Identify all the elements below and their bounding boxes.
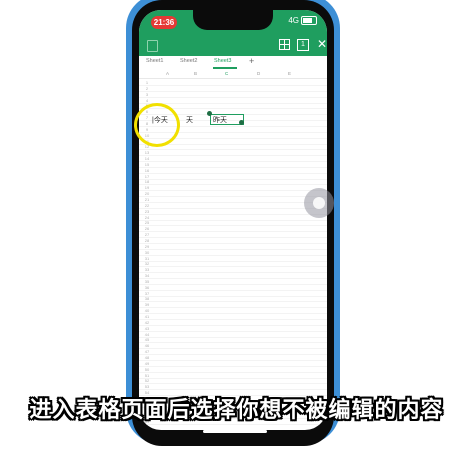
- row-divider: [139, 289, 327, 291]
- row-divider: [139, 354, 327, 356]
- row-divider: [139, 155, 327, 157]
- row-divider: [139, 202, 327, 203]
- row-divider: [139, 190, 327, 192]
- row-divider: [139, 196, 327, 198]
- notch: [193, 10, 273, 30]
- row-divider: [139, 254, 327, 256]
- close-icon[interactable]: ✕: [317, 38, 327, 50]
- row-divider: [139, 178, 327, 180]
- row-divider: [139, 231, 327, 233]
- app-toolbar: 21:36 4G 1 ✕: [139, 10, 327, 56]
- row-divider: [139, 225, 327, 227]
- row-divider: [139, 365, 327, 367]
- row-divider: [139, 242, 327, 244]
- row-divider: [139, 90, 327, 92]
- column-header-a[interactable]: A: [166, 71, 169, 76]
- network-label: 4G: [288, 16, 299, 25]
- row-divider: [139, 102, 327, 104]
- active-tab-indicator: [213, 67, 237, 69]
- column-header-c[interactable]: C: [225, 71, 228, 76]
- sheet-count-icon[interactable]: 1: [297, 39, 309, 51]
- highlight-circle: [134, 103, 180, 147]
- home-indicator[interactable]: [203, 430, 267, 433]
- row-divider: [139, 85, 327, 86]
- selection-handle-end[interactable]: [239, 120, 244, 125]
- row-divider: [139, 359, 327, 361]
- status-time: 21:36: [151, 16, 177, 29]
- selection-handle-start[interactable]: [207, 111, 212, 116]
- row-divider: [139, 342, 327, 344]
- tab-sheet3[interactable]: Sheet3: [214, 58, 231, 64]
- row-divider: [139, 278, 327, 280]
- row-divider: [139, 307, 327, 309]
- row-divider: [139, 377, 327, 379]
- row-divider: [139, 166, 327, 168]
- grid-icon[interactable]: [279, 39, 290, 50]
- row-divider: [139, 424, 327, 426]
- touch-indicator: [304, 188, 334, 218]
- touch-indicator-center: [313, 197, 325, 209]
- row-divider: [139, 213, 327, 215]
- row-divider: [139, 96, 327, 98]
- row-divider: [139, 348, 327, 350]
- column-header-b[interactable]: B: [194, 71, 197, 76]
- tab-sheet2[interactable]: Sheet2: [180, 58, 197, 64]
- column-header-e[interactable]: E: [288, 71, 291, 76]
- row-divider: [139, 237, 327, 239]
- row-divider: [139, 219, 327, 221]
- row-divider: [139, 149, 327, 151]
- row-divider: [139, 260, 327, 262]
- row-divider: [139, 301, 327, 303]
- cell-b6[interactable]: 天: [186, 115, 193, 125]
- row-divider: [139, 172, 327, 174]
- row-divider: [139, 319, 327, 320]
- row-divider: [139, 266, 327, 268]
- row-divider: [139, 383, 327, 385]
- row-divider: [139, 336, 327, 338]
- row-divider: [139, 248, 327, 250]
- row-divider: [139, 207, 327, 209]
- add-sheet-button[interactable]: +: [249, 56, 254, 66]
- row-divider: [139, 272, 327, 274]
- cell-c6[interactable]: 昨天: [213, 115, 227, 125]
- phone-screen: 21:36 4G 1 ✕ Sheet1 Sheet2 Sheet3 + A B …: [139, 10, 327, 430]
- row-divider: [139, 295, 327, 297]
- battery-icon: [301, 16, 317, 25]
- row-divider: [139, 324, 327, 326]
- row-divider: [139, 389, 327, 391]
- row-divider: [139, 161, 327, 163]
- document-icon[interactable]: [147, 40, 158, 52]
- sheet-tabs: Sheet1 Sheet2 Sheet3 +: [139, 56, 327, 69]
- row-divider: [139, 371, 327, 373]
- row-divider: [139, 330, 327, 332]
- subtitle-caption: 进入表格页面后选择你想不被编辑的内容: [29, 397, 444, 422]
- status-indicators: 4G: [288, 16, 317, 25]
- row-divider: [139, 283, 327, 285]
- column-header-d[interactable]: D: [257, 71, 260, 76]
- tab-sheet1[interactable]: Sheet1: [146, 58, 163, 64]
- row-divider: [139, 184, 327, 186]
- row-divider: [139, 313, 327, 315]
